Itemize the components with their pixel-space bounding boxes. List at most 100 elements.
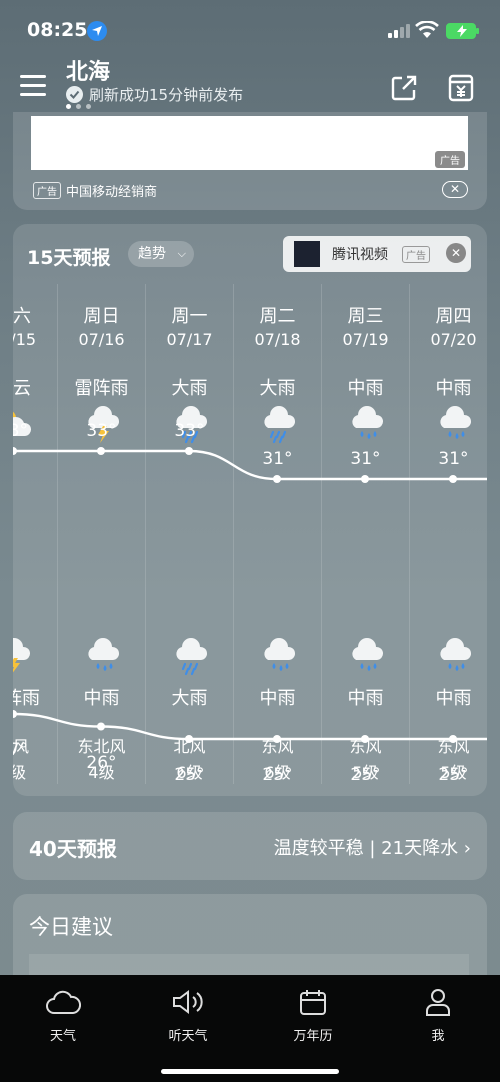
tab-me[interactable]: 我 [393,985,483,1044]
heavy-rain-icon [176,638,208,676]
day-weekday: 周六 [13,306,31,327]
video-ad[interactable]: 腾讯视频 广告 ✕ [283,236,471,272]
wind-level: 4级 [13,763,27,782]
day-condition: 中雨 [435,378,472,399]
tab-me-label: 我 [431,1029,445,1044]
day-date: 07/16 [78,330,125,349]
high-temperature: 33° [13,421,29,441]
video-ad-text: 腾讯视频 [332,247,388,263]
advice-card: 今日建议 [13,894,487,984]
night-condition: 中雨 [435,688,472,709]
thunder-rain-icon [13,638,30,673]
location-arrow-icon [87,21,107,41]
wifi-icon [415,21,439,38]
forecast-day-column[interactable]: 周一 07/17 大雨 33° 25° 大雨 北风 6级 [145,284,233,785]
forecast-day-column[interactable]: 周四 07/20 中雨 31° 25° 中雨 东风 5级 [409,284,487,785]
wind-level: 5级 [440,763,467,782]
day-weekday: 周四 [435,306,472,327]
high-temperature: 31° [262,449,293,469]
day-condition: 大雨 [171,378,208,399]
wind-direction: 南风 [13,737,29,756]
forecast-15-title: 15天预报 [27,247,111,269]
moderate-rain-icon [88,638,120,671]
update-text: 刷新成功15分钟前发布 [89,86,244,104]
forecast-day-column[interactable]: 周二 07/18 大雨 31° 25° 中雨 东风 6级 [233,284,321,785]
day-date: 07/18 [254,330,301,349]
high-temperature: 31° [438,449,469,469]
moderate-rain-icon [264,638,296,671]
day-condition: 中雨 [347,378,384,399]
wind-direction: 北风 [173,737,206,756]
forecast-days[interactable]: 周六07/15多云33°27°雷阵雨南风4级周日07/16雷阵雨33°26°中雨… [13,280,487,796]
ad-banner-image[interactable]: 广告 [31,116,468,170]
battery-charging-icon [446,23,479,39]
night-condition: 雷阵雨 [13,688,40,709]
forecast-40-title: 40天预报 [29,837,117,861]
ad-text[interactable]: 中国移动经销商 [66,181,157,200]
wind-level: 4级 [88,763,115,782]
day-date: 07/20 [430,330,477,349]
forecast-day-column[interactable]: 周日 07/16 雷阵雨 33° 26° 中雨 东北风 4级 [57,284,145,784]
tab-listen-weather[interactable]: 听天气 [143,985,233,1044]
day-condition: 雷阵雨 [74,378,129,399]
day-weekday: 周一 [171,306,208,327]
moderate-rain-icon [352,638,384,671]
check-icon [66,86,83,103]
wind-direction: 东风 [349,737,382,756]
wind-direction: 东北风 [77,737,126,756]
tab-weather-label: 天气 [49,1029,76,1044]
night-condition: 中雨 [83,688,120,709]
wind-direction: 东风 [261,737,294,756]
top-ad-card[interactable]: 广告 广告 中国移动经销商 ✕ [13,112,487,210]
forecast-day-column[interactable]: 周三 07/19 中雨 31° 25° 中雨 东风 5级 [321,284,409,785]
ad-close-button[interactable]: ✕ [442,181,468,198]
high-temperature: 33° [86,421,117,441]
high-temperature: 31° [350,449,381,469]
forecast-40-card[interactable]: 40天预报 温度较平稳 | 21天降水 › [13,812,487,880]
city-name[interactable]: 北海 [66,54,110,86]
status-time: 08:25 [27,19,88,41]
trend-button[interactable]: 趋势 ⌵ [128,241,194,267]
heavy-rain-icon [264,406,296,444]
ad-label: 广告 [33,182,61,199]
day-weekday: 周二 [259,306,296,327]
tab-calendar-label: 万年历 [293,1029,333,1044]
ad-image-tag: 广告 [435,151,465,168]
cloud-icon [46,990,81,1014]
update-status: 刷新成功15分钟前发布 [66,84,243,105]
moderate-rain-icon [352,406,384,439]
ad-thumbnail [294,241,320,267]
day-condition: 多云 [13,378,31,399]
advice-title: 今日建议 [29,915,113,939]
night-condition: 中雨 [347,688,384,709]
day-condition: 大雨 [259,378,296,399]
night-condition: 大雨 [171,688,208,709]
calendar-icon [300,990,326,1015]
wind-level: 5级 [352,763,379,782]
moderate-rain-icon [440,638,472,671]
tab-listen-weather-label: 听天气 [168,1029,208,1044]
person-icon [426,989,450,1016]
forecast-40-summary[interactable]: 温度较平稳 | 21天降水 › [274,834,471,860]
moderate-rain-icon [440,406,472,439]
wind-direction: 东风 [437,737,470,756]
video-ad-close-button[interactable]: ✕ [446,243,466,263]
tab-bar: 天气 听天气 万年历 我 [0,975,500,1082]
day-date: 07/17 [166,330,213,349]
menu-icon[interactable] [20,75,46,99]
day-weekday: 周三 [347,306,384,327]
tab-weather[interactable]: 天气 [18,985,108,1044]
forecast-day-column[interactable]: 周六07/15多云33°27°雷阵雨南风4级 [13,284,57,784]
chevron-down-icon: ⌵ [177,247,186,260]
wind-level: 6级 [264,763,291,782]
day-date: 07/19 [342,330,389,349]
share-icon[interactable] [390,74,418,102]
tab-calendar[interactable]: 万年历 [268,985,358,1044]
home-indicator [161,1069,339,1074]
news-icon[interactable] [448,74,474,102]
speaker-icon [173,990,203,1014]
status-bar: 08:25 [0,0,500,58]
wind-level: 6级 [176,763,203,782]
video-ad-tag: 广告 [402,246,430,263]
day-date: 07/15 [13,330,37,349]
